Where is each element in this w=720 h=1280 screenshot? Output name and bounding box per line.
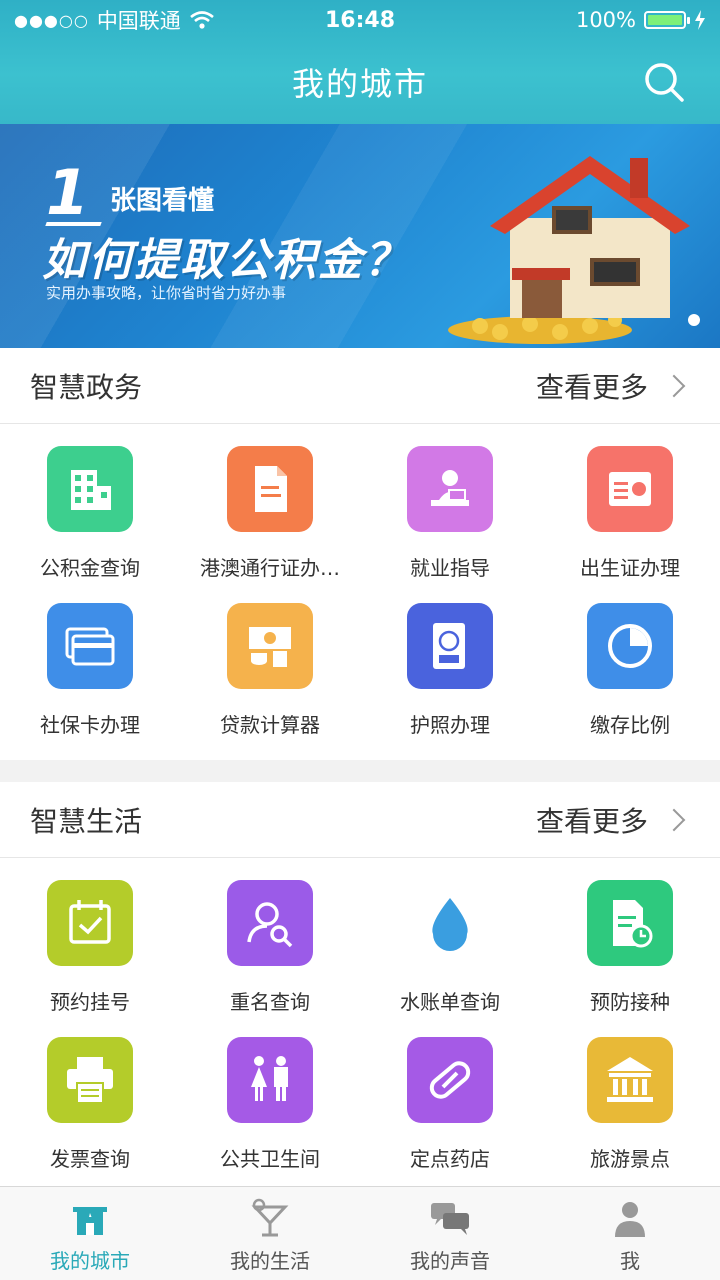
- service-item[interactable]: 港澳通行证办…: [180, 424, 360, 581]
- header: ●●●○○ 中国联通 16:48 100% 我的城市: [0, 0, 720, 124]
- carrier-name: 中国联通: [96, 9, 181, 33]
- search-icon[interactable]: [642, 60, 686, 104]
- section-title: 智慧政务: [30, 370, 143, 404]
- printer-icon: [47, 1037, 133, 1123]
- water-drop-icon: [407, 880, 493, 966]
- tab-bar: 我的城市 我的生活 我的声音 我: [0, 1186, 720, 1280]
- service-label: 公积金查询: [40, 556, 140, 580]
- tab-label: 我的生活: [230, 1249, 310, 1273]
- service-item[interactable]: 出生证办理: [540, 424, 720, 581]
- life-services-section: 智慧生活 查看更多 预约挂号 重名查询 水账单查询 预防接种发票查询 公共卫生间 定点药店…: [0, 782, 720, 1186]
- service-label: 公共卫生间: [220, 1147, 320, 1171]
- chevron-right-icon: [662, 808, 686, 831]
- chat-bubbles-icon: [431, 1203, 469, 1235]
- tab-label: 我: [620, 1249, 640, 1273]
- passport-icon: [407, 603, 493, 689]
- service-item[interactable]: 预防接种: [540, 858, 720, 1015]
- tab-item[interactable]: 我: [540, 1187, 720, 1280]
- service-item[interactable]: 定点药店: [360, 1015, 540, 1172]
- form-clock-icon: [587, 880, 673, 966]
- clock: 16:48: [324, 7, 396, 33]
- tab-label: 我的城市: [50, 1249, 130, 1273]
- view-more-link[interactable]: 查看更多: [536, 800, 690, 840]
- page-title: 我的城市: [291, 65, 428, 103]
- service-item[interactable]: 预约挂号: [0, 858, 180, 1015]
- carousel-indicator[interactable]: [688, 314, 700, 326]
- charging-icon: [695, 10, 705, 30]
- service-item[interactable]: 公积金查询: [0, 424, 180, 581]
- banner-subtitle: 张图看懂: [110, 186, 215, 216]
- battery-percent: 100%: [575, 8, 636, 32]
- promo-banner[interactable]: 1 张图看懂 如何提取公积金？ 实用办事攻略，让你省时省力好办事: [0, 124, 720, 348]
- banner-tagline: 实用办事攻略，让你省时省力好办事: [46, 284, 287, 302]
- app-screen: ●●●○○ 中国联通 16:48 100% 我的城市 1 张图看懂 如何提取公积…: [0, 0, 720, 1280]
- service-label: 定点药店: [410, 1147, 490, 1171]
- money-coins-icon: [227, 603, 313, 689]
- pill-icon: [407, 1037, 493, 1123]
- banner-headline: 如何提取公积金？: [42, 235, 410, 286]
- user-search-icon: [227, 880, 313, 966]
- tab-item[interactable]: 我的生活: [180, 1187, 360, 1280]
- signal-strength: ●●●○○: [14, 10, 89, 30]
- city-icon: [73, 1207, 107, 1235]
- calendar-check-icon: [47, 880, 133, 966]
- worker-desk-icon: [407, 446, 493, 532]
- tab-item[interactable]: 我的声音: [360, 1187, 540, 1280]
- service-label: 出生证办理: [580, 556, 680, 580]
- tab-item[interactable]: 我的城市: [0, 1187, 180, 1280]
- wifi-icon: [189, 11, 214, 29]
- service-label: 发票查询: [50, 1147, 130, 1171]
- restroom-icon: [227, 1037, 313, 1123]
- service-item[interactable]: 旅游景点: [540, 1015, 720, 1172]
- service-item[interactable]: 水账单查询: [360, 858, 540, 1015]
- service-label: 港澳通行证办…: [200, 556, 340, 580]
- banner-number: 1: [46, 156, 90, 229]
- service-item[interactable]: 重名查询: [180, 858, 360, 1015]
- building-icon: [47, 446, 133, 532]
- service-item[interactable]: 发票查询: [0, 1015, 180, 1172]
- section-title: 智慧生活: [30, 804, 143, 838]
- service-item[interactable]: 贷款计算器: [180, 581, 360, 738]
- service-label: 预防接种: [590, 990, 670, 1014]
- chevron-right-icon: [662, 374, 686, 397]
- service-label: 护照办理: [410, 713, 490, 737]
- service-label: 旅游景点: [590, 1147, 670, 1171]
- service-label: 缴存比例: [590, 713, 670, 737]
- service-item[interactable]: 缴存比例: [540, 581, 720, 738]
- gov-services-section: 智慧政务 查看更多 公积金查询 港澳通行证办… 就业指导 出生证办理社保卡办理 贷款计算…: [0, 348, 720, 760]
- person-icon: [615, 1202, 645, 1237]
- service-item[interactable]: 社保卡办理: [0, 581, 180, 738]
- landmark-icon: [587, 1037, 673, 1123]
- cocktail-icon: [251, 1198, 289, 1237]
- house-coins-illustration: [448, 156, 690, 344]
- section-header: 智慧生活 查看更多: [0, 782, 720, 858]
- service-label: 预约挂号: [50, 990, 130, 1014]
- document-icon: [227, 446, 313, 532]
- id-card-icon: [587, 446, 673, 532]
- view-more-link[interactable]: 查看更多: [536, 366, 690, 406]
- battery-icon: [644, 11, 690, 29]
- service-label: 水账单查询: [400, 990, 500, 1014]
- navbar: 我的城市: [0, 40, 720, 124]
- status-bar: ●●●○○ 中国联通 16:48 100%: [0, 0, 720, 40]
- section-header: 智慧政务 查看更多: [0, 348, 720, 424]
- pie-chart-icon: [587, 603, 673, 689]
- service-item[interactable]: 护照办理: [360, 581, 540, 738]
- cards-icon: [47, 603, 133, 689]
- service-label: 重名查询: [230, 990, 310, 1014]
- service-item[interactable]: 公共卫生间: [180, 1015, 360, 1172]
- service-item[interactable]: 就业指导: [360, 424, 540, 581]
- tab-label: 我的声音: [410, 1249, 490, 1273]
- service-label: 就业指导: [410, 556, 490, 580]
- service-label: 社保卡办理: [40, 713, 140, 737]
- service-label: 贷款计算器: [220, 713, 320, 737]
